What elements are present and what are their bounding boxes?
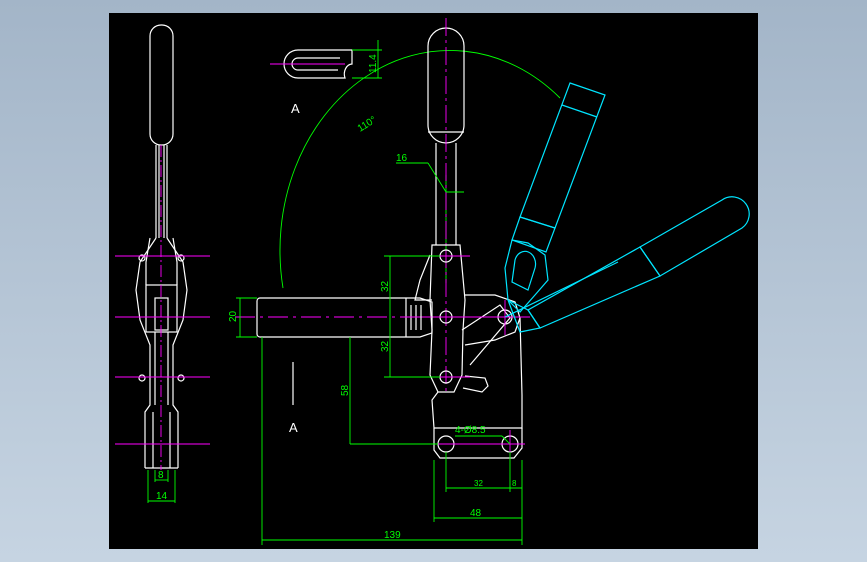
dim-side-outer: 14 [156,491,168,502]
dim-holes: 4-Ø8.5 [455,425,486,436]
dim-hole-edge: 8 [512,479,517,488]
dim-overall-length: 139 [384,530,401,541]
dim-base-width: 48 [470,508,482,519]
alt-position-2 [504,196,750,333]
dim-arc-angle: 110° [356,115,379,135]
dim-rod-diameter: 16 [396,153,408,164]
view-label-top: A [291,101,300,116]
clamp-bar [235,297,433,338]
viewport-frame: 8 14 11.4 A 110° 16 20 32 32 58 4-Ø8.5 3… [0,0,867,562]
alt-position-1 [504,82,606,313]
dim-upper-pitch: 32 [380,280,391,292]
view-label-side: A [289,420,298,435]
drawing-svg: 8 14 11.4 A 110° 16 20 32 32 58 4-Ø8.5 3… [115,18,750,545]
link-plate [429,244,466,393]
dimension-lines [236,255,523,545]
cad-drawing-canvas[interactable]: 8 14 11.4 A 110° 16 20 32 32 58 4-Ø8.5 3… [109,13,758,549]
dim-lever-offset: 58 [340,384,351,396]
side-arm-body [135,237,188,468]
arc-dimension [279,50,561,289]
latch-slot [462,375,489,393]
vertical-handle [396,18,465,395]
side-view [115,24,210,503]
side-link-block [145,284,178,333]
detail-view-a [270,40,382,79]
dim-hole-pitch: 32 [474,479,483,488]
dim-side-inner: 8 [158,470,164,481]
dim-slot-width: 11.4 [368,54,379,73]
side-handle-grip [149,24,174,146]
dim-bar-height: 20 [228,310,239,322]
dim-lower-pitch: 32 [380,340,391,352]
